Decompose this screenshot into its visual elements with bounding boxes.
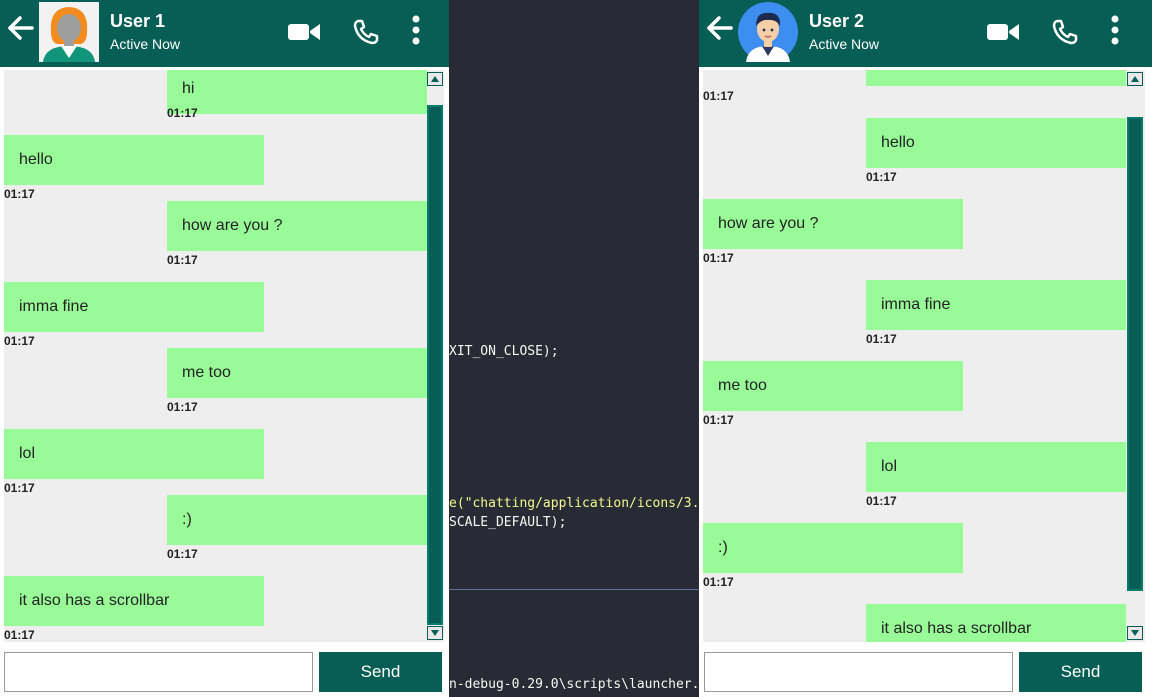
avatar[interactable] — [39, 2, 99, 62]
message-list[interactable]: hi 01:17 hello 01:17 how are you ? 01:17… — [4, 70, 444, 642]
phone-icon[interactable] — [1051, 18, 1079, 46]
video-call-icon[interactable] — [288, 22, 320, 42]
message-time: 01:17 — [866, 332, 897, 346]
message-time: 01:17 — [167, 400, 198, 414]
message-bubble: imma fine — [4, 282, 264, 332]
message-bubble — [866, 70, 1126, 86]
message-bubble: it also has a scrollbar — [4, 576, 264, 626]
more-vert-icon[interactable] — [1107, 15, 1123, 45]
more-vert-icon[interactable] — [408, 15, 424, 45]
message-list[interactable]: 01:17 hello 01:17 how are you ? 01:17 im… — [703, 70, 1145, 642]
message-time: 01:17 — [866, 170, 897, 184]
contact-status: Active Now — [809, 36, 880, 52]
message-time: 01:17 — [703, 251, 734, 265]
scroll-up-arrow-icon[interactable] — [427, 72, 443, 86]
terminal-line: n-debug-0.29.0\scripts\launcher.bat D — [449, 677, 699, 692]
message-bubble: how are you ? — [703, 199, 963, 249]
message-bubble: how are you ? — [167, 201, 427, 251]
message-text: it also has a scrollbar — [19, 592, 170, 609]
code-string: "chatting/application/icons/3.p — [464, 496, 699, 511]
message-time: 01:17 — [167, 547, 198, 561]
chat-header: User 2 Active Now — [699, 0, 1152, 67]
message-text: hello — [881, 134, 915, 151]
scrollbar-thumb[interactable] — [1127, 117, 1143, 591]
message-text: :) — [182, 511, 192, 528]
message-text: imma fine — [19, 298, 89, 315]
back-arrow-icon[interactable] — [6, 14, 34, 42]
message-input[interactable] — [704, 652, 1013, 692]
message-bubble: lol — [866, 442, 1126, 492]
message-bubble: me too — [167, 348, 427, 398]
message-text: lol — [881, 458, 898, 475]
scrollbar-thumb[interactable] — [427, 105, 443, 625]
message-text: how are you ? — [182, 217, 283, 234]
chat-window-user-1: User 1 Active Now hi 01:17 hello 01:17 h… — [0, 0, 449, 697]
contact-name: User 2 — [809, 11, 865, 31]
send-button[interactable]: Send — [319, 652, 442, 692]
message-text: how are you ? — [718, 215, 819, 232]
scroll-down-arrow-icon[interactable] — [1127, 626, 1143, 640]
message-time: 01:17 — [167, 253, 198, 267]
message-bubble: hello — [866, 118, 1126, 168]
contact-name: User 1 — [110, 11, 166, 31]
video-call-icon[interactable] — [987, 22, 1019, 42]
message-bubble: imma fine — [866, 280, 1126, 330]
message-time: 01:17 — [866, 494, 897, 508]
message-bubble: hi — [167, 70, 427, 114]
panel-divider — [449, 589, 699, 590]
scrollbar[interactable] — [427, 70, 443, 642]
message-time: 01:17 — [4, 187, 35, 201]
avatar[interactable] — [738, 2, 798, 62]
message-text: me too — [182, 364, 231, 381]
message-bubble: :) — [703, 523, 963, 573]
message-text: it also has a scrollbar — [881, 620, 1032, 637]
chat-header: User 1 Active Now — [0, 0, 449, 67]
message-text: hello — [19, 151, 53, 168]
phone-icon[interactable] — [352, 18, 380, 46]
message-bubble: hello — [4, 135, 264, 185]
message-time: 01:17 — [4, 628, 35, 642]
message-bubble: lol — [4, 429, 264, 479]
message-text: imma fine — [881, 296, 951, 313]
message-bubble: me too — [703, 361, 963, 411]
message-text: hi — [182, 80, 195, 97]
contact-status: Active Now — [110, 36, 181, 52]
scroll-down-arrow-icon[interactable] — [427, 626, 443, 640]
code-token: e( — [449, 496, 465, 511]
message-text: me too — [718, 377, 767, 394]
code-line: e("chatting/application/icons/3.p — [449, 496, 699, 511]
code-editor-background: XIT_ON_CLOSE); e("chatting/application/i… — [449, 0, 699, 697]
message-time: 01:17 — [703, 575, 734, 589]
chat-window-user-2: User 2 Active Now 01:17 hello 01:17 how … — [699, 0, 1152, 697]
message-text: lol — [19, 445, 36, 462]
back-arrow-icon[interactable] — [705, 14, 733, 42]
code-line: SCALE_DEFAULT); — [449, 515, 567, 530]
scrollbar[interactable] — [1127, 70, 1143, 642]
code-line: XIT_ON_CLOSE); — [449, 344, 559, 359]
message-input[interactable] — [4, 652, 313, 692]
message-bubble: it also has a scrollbar — [866, 604, 1126, 642]
message-time: 01:17 — [4, 481, 35, 495]
send-button[interactable]: Send — [1019, 652, 1142, 692]
scroll-up-arrow-icon[interactable] — [1127, 72, 1143, 86]
message-time: 01:17 — [167, 106, 198, 120]
message-bubble: :) — [167, 495, 427, 545]
message-time: 01:17 — [703, 89, 734, 103]
message-text: :) — [718, 539, 728, 556]
message-time: 01:17 — [4, 334, 35, 348]
message-time: 01:17 — [703, 413, 734, 427]
